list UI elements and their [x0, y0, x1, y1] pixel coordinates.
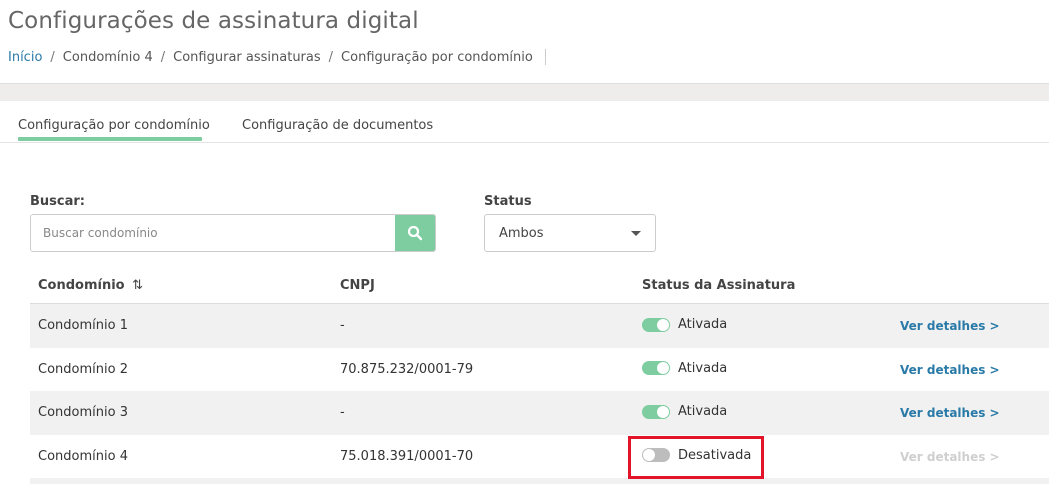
sort-icon[interactable]: ⇅ [132, 278, 143, 293]
column-header-condominio[interactable]: Condomínio ⇅ [38, 278, 143, 293]
breadcrumb-condominio[interactable]: Condomínio 4 [63, 50, 153, 65]
breadcrumb-home-link[interactable]: Início [8, 50, 42, 65]
condominios-table: Condomínio ⇅ CNPJ Status da Assinatura C… [30, 266, 1049, 484]
cell-cnpj: 75.018.391/0001-70 [340, 448, 474, 464]
active-tab-indicator [18, 137, 202, 141]
tab-bar: Configuração por condomínio Configuração… [0, 101, 1049, 143]
tab-configuracao-condominio[interactable]: Configuração por condomínio [18, 118, 210, 133]
table-header: Condomínio ⇅ CNPJ Status da Assinatura [30, 266, 1049, 304]
ver-detalhes-link[interactable]: Ver detalhes > [900, 406, 1000, 420]
cell-cnpj: - [340, 405, 345, 420]
chevron-down-icon [631, 230, 641, 236]
column-header-label: Condomínio [38, 278, 125, 293]
table-row: Condomínio 4 75.018.391/0001-70 Desativa… [30, 435, 1049, 479]
status-label: Status [484, 194, 532, 209]
tab-configuracao-documentos[interactable]: Configuração de documentos [242, 118, 433, 133]
page-title: Configurações de assinatura digital [8, 8, 419, 34]
breadcrumb: Início / Condomínio 4 / Configurar assin… [8, 49, 546, 65]
breadcrumb-configurar[interactable]: Configurar assinaturas [173, 50, 321, 65]
status-select-value: Ambos [499, 225, 544, 241]
toggle-knob [643, 449, 655, 461]
status-select[interactable]: Ambos [484, 214, 656, 252]
status-text: Ativada [678, 360, 728, 376]
status-toggle[interactable] [642, 448, 670, 462]
cell-condominio: Condomínio 1 [38, 318, 128, 333]
cell-cnpj: 70.875.232/0001-79 [340, 361, 474, 377]
cell-status: Ativada [642, 317, 727, 332]
status-toggle[interactable] [642, 404, 670, 419]
table-row: Condomínio 3 - Ativada Ver detalhes > [30, 391, 1049, 435]
ver-detalhes-link: Ver detalhes > [900, 449, 1000, 464]
search-button[interactable] [395, 215, 435, 251]
cell-condominio: Condomínio 3 [38, 405, 128, 420]
breadcrumb-separator: / [328, 49, 334, 65]
cell-condominio: Condomínio 2 [38, 361, 128, 377]
cell-status: Ativada [642, 404, 727, 419]
status-toggle[interactable] [642, 317, 670, 332]
breadcrumb-current: Configuração por condomínio [341, 49, 533, 65]
table-row-partial [30, 478, 1049, 484]
column-header-status: Status da Assinatura [642, 278, 796, 293]
column-header-cnpj: CNPJ [340, 278, 375, 293]
cell-condominio: Condomínio 4 [38, 448, 128, 464]
status-text: Desativada [678, 447, 752, 463]
search-group [30, 214, 436, 252]
cell-status: Desativada [642, 448, 751, 463]
cell-cnpj: - [340, 318, 345, 333]
cell-status: Ativada [642, 361, 727, 376]
status-toggle[interactable] [642, 361, 670, 375]
toggle-knob [657, 318, 669, 331]
table-row: Condomínio 1 - Ativada Ver detalhes > [30, 304, 1049, 348]
status-text: Ativada [678, 317, 728, 332]
table-row: Condomínio 2 70.875.232/0001-79 Ativada … [30, 348, 1049, 392]
search-input[interactable] [31, 215, 395, 251]
toggle-knob [657, 362, 669, 374]
toggle-knob [657, 405, 669, 418]
breadcrumb-separator: / [160, 49, 166, 65]
breadcrumb-divider [544, 49, 546, 65]
ver-detalhes-link[interactable]: Ver detalhes > [900, 363, 1000, 377]
search-icon [407, 225, 423, 241]
breadcrumb-separator: / [50, 49, 55, 65]
ver-detalhes-link[interactable]: Ver detalhes > [900, 319, 1000, 333]
header-divider-band [0, 83, 1049, 101]
search-label: Buscar: [30, 194, 85, 209]
status-text: Ativada [678, 404, 728, 419]
